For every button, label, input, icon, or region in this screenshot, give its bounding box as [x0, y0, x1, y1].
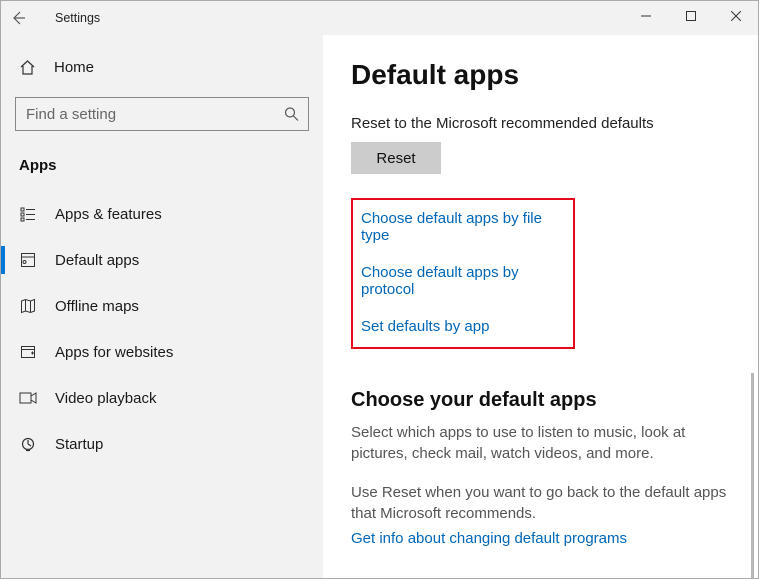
sidebar: Home Apps Apps & features Default apps O…	[1, 35, 323, 578]
search-icon	[284, 107, 299, 122]
links-highlight-box: Choose default apps by file type Choose …	[351, 198, 575, 349]
video-icon	[19, 391, 37, 405]
startup-icon	[19, 436, 37, 452]
link-get-info[interactable]: Get info about changing default programs	[351, 530, 627, 547]
website-icon	[19, 344, 37, 360]
list-icon	[19, 206, 37, 222]
back-button[interactable]	[1, 1, 35, 35]
sidebar-item-video-playback[interactable]: Video playback	[1, 378, 323, 418]
category-header: Apps	[1, 143, 323, 182]
sidebar-item-label: Apps & features	[55, 206, 323, 223]
scrollbar[interactable]	[751, 373, 754, 578]
section-title: Choose your default apps	[351, 389, 740, 412]
link-default-by-protocol[interactable]: Choose default apps by protocol	[361, 264, 561, 298]
home-label: Home	[54, 59, 94, 76]
home-icon	[19, 59, 36, 76]
sidebar-item-label: Apps for websites	[55, 344, 323, 361]
sidebar-item-offline-maps[interactable]: Offline maps	[1, 286, 323, 326]
sidebar-item-label: Video playback	[55, 390, 323, 407]
sidebar-item-label: Startup	[55, 436, 323, 453]
content-area: Default apps Reset to the Microsoft reco…	[323, 35, 758, 578]
sidebar-item-apps-features[interactable]: Apps & features	[1, 194, 323, 234]
section-paragraph-1: Select which apps to use to listen to mu…	[351, 422, 731, 464]
search-input[interactable]	[15, 97, 309, 131]
link-set-defaults-by-app[interactable]: Set defaults by app	[361, 318, 561, 335]
map-icon	[19, 298, 37, 314]
home-nav[interactable]: Home	[1, 47, 323, 87]
maximize-button[interactable]	[668, 1, 713, 31]
page-title: Default apps	[351, 59, 740, 91]
sidebar-item-label: Offline maps	[55, 298, 323, 315]
defaults-icon	[19, 252, 37, 268]
section-paragraph-2: Use Reset when you want to go back to th…	[351, 482, 731, 524]
sidebar-item-apps-websites[interactable]: Apps for websites	[1, 332, 323, 372]
reset-description: Reset to the Microsoft recommended defau…	[351, 115, 740, 132]
minimize-button[interactable]	[623, 1, 668, 31]
sidebar-item-default-apps[interactable]: Default apps	[1, 240, 323, 280]
window-title: Settings	[55, 11, 100, 25]
close-button[interactable]	[713, 1, 758, 31]
link-default-by-filetype[interactable]: Choose default apps by file type	[361, 210, 561, 244]
reset-button[interactable]: Reset	[351, 142, 441, 174]
sidebar-item-label: Default apps	[55, 252, 323, 269]
sidebar-item-startup[interactable]: Startup	[1, 424, 323, 464]
